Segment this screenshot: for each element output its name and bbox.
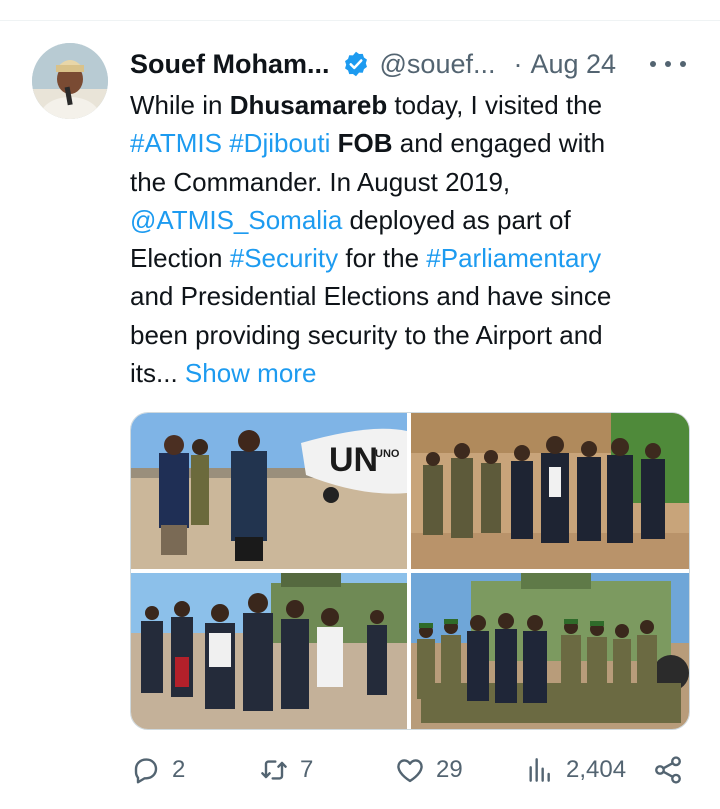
text-segment: deployed as part of [342,204,571,235]
verified-badge-icon[interactable] [342,50,370,78]
more-options-icon[interactable] [650,54,686,74]
mention-atmis-somalia[interactable]: @ATMIS_Somalia [130,205,342,235]
hashtag-security[interactable]: #Security [230,243,338,273]
text-segment: While in [130,90,230,120]
hashtag-djibouti[interactable]: #Djibouti [229,128,330,158]
share-icon [655,756,681,784]
like-count: 29 [436,756,463,783]
views-count: 2,404 [566,756,627,783]
text-segment [330,128,337,158]
plane-uno-label: UNO [375,448,400,460]
reply-icon [134,758,158,784]
heart-icon [397,759,423,783]
avatar-image [32,43,108,119]
text-bold-dhusamareb: Dhusamareb [229,90,388,120]
like-button[interactable]: 29 [394,748,463,792]
repost-button[interactable]: 7 [258,748,313,792]
text-bold-fob: FOB [337,128,393,159]
tweet-actions: 2 7 29 2,404 [130,748,690,792]
views-chart-icon [529,758,550,782]
reply-button[interactable]: 2 [130,748,185,792]
plane-un-label: UN [329,441,378,479]
photo-walking-armored-vehicle[interactable] [131,573,407,729]
photo-walking-courtyard[interactable] [411,413,689,569]
author-avatar[interactable] [32,43,108,119]
hashtag-atmis[interactable]: #ATMIS [130,128,222,158]
show-more-link[interactable]: Show more [185,358,317,388]
text-segment: and Presidential Elections and have sinc… [130,281,612,312]
repost-icon [261,760,287,780]
header-separator: · [513,48,523,79]
tweet-text: While in Dhusamareb today, I visited the… [130,86,700,392]
tweet-date[interactable]: Aug 24 [530,49,616,80]
tweet-header: Souef Moham... @souef... · Aug 24 [130,44,690,84]
top-divider [0,20,720,21]
reply-count: 2 [172,756,186,783]
photo-group-with-vehicle[interactable] [411,573,689,729]
author-handle[interactable]: @souef... [380,49,496,80]
share-button[interactable] [652,748,684,792]
author-display-name[interactable]: Souef Moham... [130,49,330,80]
hashtag-parliamentary[interactable]: #Parliamentary [426,243,601,273]
media-grid: UN UNO [130,412,690,730]
views-button[interactable]: 2,404 [524,748,626,792]
text-segment: been providing security to the Airport a… [130,319,603,350]
text-segment: its... [130,358,185,389]
text-segment: today, I visited the [387,90,603,120]
text-segment: the Commander. In August 2019, [130,166,511,197]
text-segment: for the [338,243,427,274]
photo-handshake-airport[interactable]: UN UNO [131,413,407,569]
text-segment: Election [130,243,230,274]
text-segment: and engaged with [392,128,606,159]
repost-count: 7 [300,756,314,783]
